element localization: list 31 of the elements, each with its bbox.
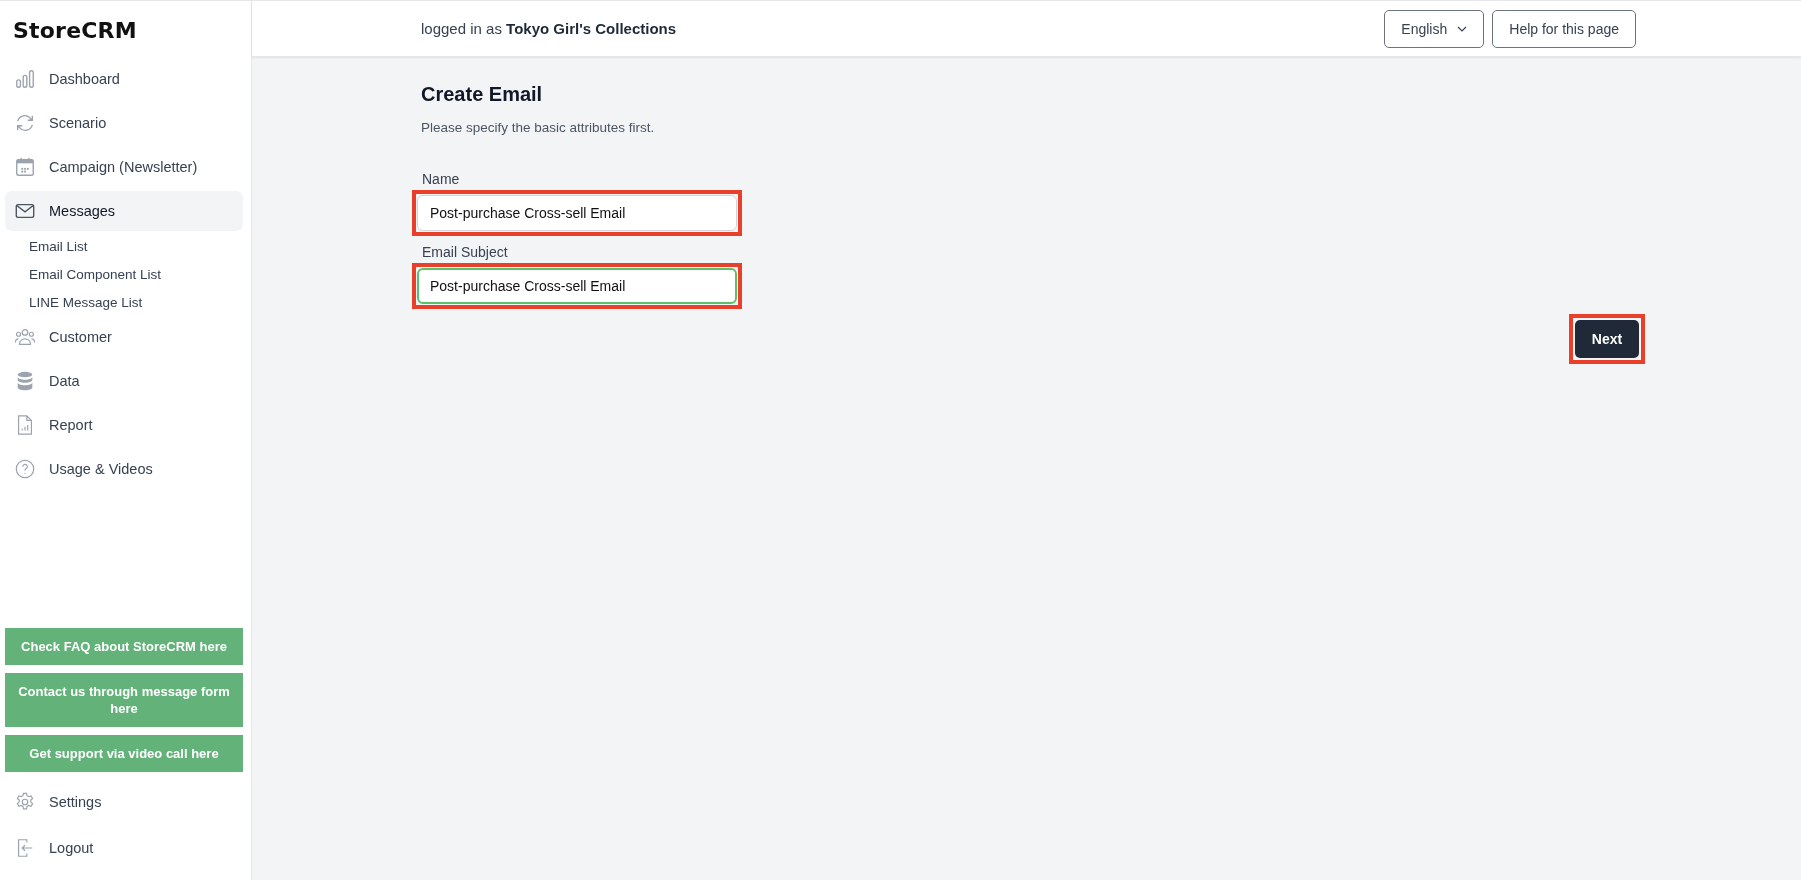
login-status: logged in as Tokyo Girl's Collections (421, 20, 677, 37)
calendar-icon (14, 156, 36, 178)
nav-item[interactable]: Data (5, 361, 243, 401)
nav-subitem[interactable]: LINE Message List (5, 289, 243, 317)
nav-item[interactable]: Messages (5, 191, 243, 231)
nav-item[interactable]: Report (5, 405, 243, 445)
settings-icon (14, 791, 36, 813)
help-button[interactable]: Help for this page (1492, 9, 1636, 48)
text-field[interactable]: Post-purchase Cross-sell Email (417, 195, 737, 231)
help-icon (14, 458, 36, 480)
refresh-icon (14, 112, 36, 134)
nav-item[interactable]: Scenario (5, 103, 243, 143)
caret-icon (1457, 25, 1468, 32)
nav-item[interactable]: Campaign (Newsletter) (5, 147, 243, 187)
app-logo: StoreCRM (12, 17, 138, 45)
field-label: Name (421, 171, 461, 187)
nav-item[interactable]: Dashboard (5, 59, 243, 99)
nav-subitem[interactable]: Email Component List (5, 261, 243, 289)
field-label: Email Subject (421, 244, 509, 260)
bar-chart-icon (14, 68, 36, 90)
people-icon (14, 326, 36, 348)
nav-item[interactable]: Usage & Videos (5, 449, 243, 489)
next-button[interactable]: Next (1575, 320, 1639, 358)
page-subtitle: Please specify the basic attributes first. (421, 120, 656, 135)
nav-subitem[interactable]: Email List (5, 233, 243, 261)
nav-item[interactable]: Customer (5, 317, 243, 357)
nav-item[interactable]: Logout (5, 828, 243, 868)
page-title: Create Email (421, 83, 544, 106)
nav-item[interactable]: Settings (5, 782, 243, 822)
language-dropdown[interactable]: English (1384, 9, 1485, 48)
text-field[interactable]: Post-purchase Cross-sell Email (417, 268, 737, 304)
